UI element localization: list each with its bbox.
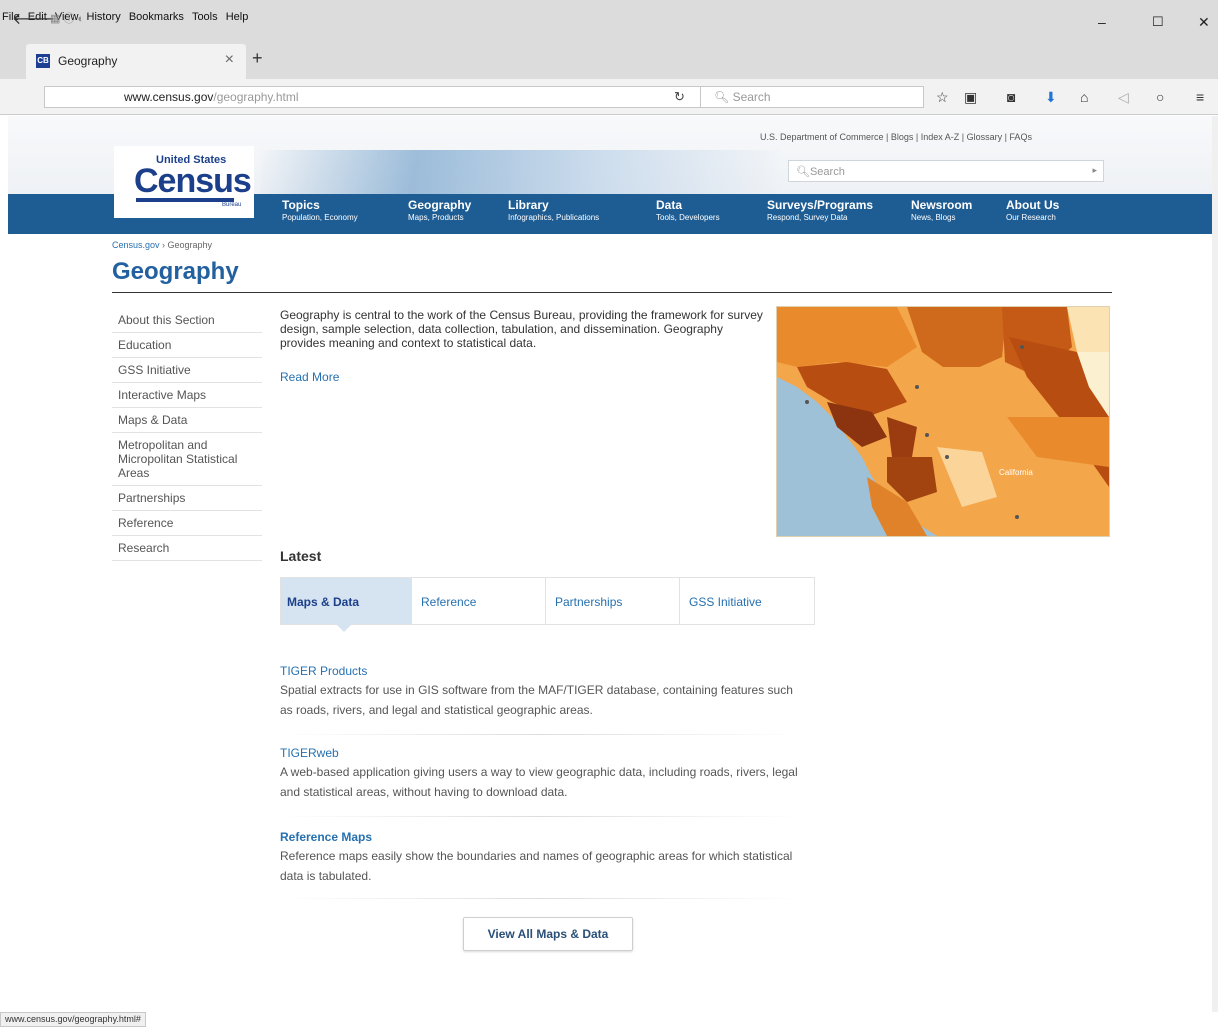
item-description: Spatial extracts for use in GIS software…: [280, 683, 793, 717]
logo-bureau: Bureau: [222, 202, 242, 208]
download-icon[interactable]: ⬇: [1045, 89, 1057, 106]
left-nav: About this Section Education GSS Initiat…: [112, 308, 262, 561]
back-arrow-icon[interactable]: 🡐: [12, 8, 55, 29]
latest-heading: Latest: [280, 548, 322, 564]
logo-census: Census: [134, 162, 252, 200]
close-window-icon[interactable]: ✕: [1198, 14, 1210, 31]
map-label-california: California: [999, 468, 1033, 477]
left-nav-interactive-maps[interactable]: Interactive Maps: [112, 383, 262, 408]
tab-reference[interactable]: Reference: [415, 578, 545, 624]
left-nav-reference[interactable]: Reference: [112, 511, 262, 536]
list-item: Reference Maps Reference maps easily sho…: [280, 830, 800, 886]
share-icon[interactable]: ◁: [1118, 89, 1129, 106]
tab-partnerships[interactable]: Partnerships: [549, 578, 679, 624]
read-more-link[interactable]: Read More: [280, 370, 339, 384]
home-icon[interactable]: ⌂: [1080, 89, 1088, 105]
header-swoosh: [260, 150, 780, 194]
view-all-maps-data-button[interactable]: View All Maps & Data: [463, 917, 633, 951]
left-nav-education[interactable]: Education: [112, 333, 262, 358]
tab-divider: [545, 578, 546, 624]
browser-search-placeholder: 🔍︎ Search: [714, 90, 771, 104]
list-item: TIGERweb A web-based application giving …: [280, 746, 800, 802]
census-logo[interactable]: United States Census Bureau: [114, 146, 254, 218]
tab-geography[interactable]: CB Geography ×: [26, 44, 246, 79]
nav-geography[interactable]: Geography Maps, Products: [408, 198, 471, 222]
menu-tools[interactable]: Tools: [192, 11, 218, 23]
sync-icon[interactable]: ○: [1156, 89, 1164, 105]
vertical-scrollbar[interactable]: [1212, 116, 1218, 1012]
bookmarks-menu-icon[interactable]: ▣: [964, 89, 977, 106]
breadcrumb-home-link[interactable]: Census.gov: [112, 240, 160, 250]
tab-gss-initiative[interactable]: GSS Initiative: [683, 578, 813, 624]
nav-data[interactable]: Data Tools, Developers: [656, 198, 720, 222]
menu-bar: File Edit View History Bookmarks Tools H…: [0, 0, 1218, 36]
left-nav-gss-initiative[interactable]: GSS Initiative: [112, 358, 262, 383]
page-title: Geography: [112, 258, 239, 285]
tab-divider: [679, 578, 680, 624]
logo-bar: [136, 198, 234, 202]
utility-links[interactable]: U.S. Department of Commerce | Blogs | In…: [760, 132, 1032, 142]
search-go-icon[interactable]: ▸: [1092, 165, 1097, 176]
new-tab-icon[interactable]: +: [252, 48, 263, 69]
nav-about-us[interactable]: About Us Our Research: [1006, 198, 1059, 222]
maximize-icon[interactable]: ☐: [1152, 14, 1164, 30]
url-text: www.census.gov/geography.html: [124, 90, 299, 104]
tab-divider: [411, 578, 412, 624]
california-map-image[interactable]: California: [776, 306, 1110, 537]
list-item: TIGER Products Spatial extracts for use …: [280, 664, 800, 720]
site-search-placeholder: 🔍︎Search: [796, 166, 845, 178]
nav-newsroom[interactable]: Newsroom News, Blogs: [911, 198, 972, 222]
tigerweb-link[interactable]: TIGERweb: [280, 746, 800, 760]
hamburger-menu-icon[interactable]: ≡: [1196, 89, 1204, 105]
tab-maps-data[interactable]: Maps & Data: [281, 578, 411, 624]
tab-title: Geography: [58, 54, 118, 68]
pocket-icon[interactable]: ◙: [1007, 89, 1015, 105]
item-description: A web-based application giving users a w…: [280, 765, 798, 799]
minimize-icon[interactable]: –: [1098, 14, 1106, 30]
left-nav-research[interactable]: Research: [112, 536, 262, 561]
intro-text: Geography is central to the work of the …: [280, 308, 763, 350]
title-divider: [112, 292, 1112, 293]
nav-topics[interactable]: Topics Population, Economy: [282, 198, 358, 222]
menu-help[interactable]: Help: [226, 11, 249, 23]
tiger-products-link[interactable]: TIGER Products: [280, 664, 800, 678]
item-description: Reference maps easily show the boundarie…: [280, 849, 793, 883]
bookmark-star-icon[interactable]: ☆: [936, 89, 949, 106]
breadcrumb-current: Geography: [167, 240, 213, 250]
active-tab-arrow: [336, 624, 352, 632]
site-info-icon[interactable]: ▦ ⓘ ◐: [50, 10, 84, 26]
reload-icon[interactable]: ↻: [674, 89, 685, 105]
item-divider: [280, 816, 800, 817]
menu-bookmarks[interactable]: Bookmarks: [129, 11, 184, 23]
status-bar-url: www.census.gov/geography.html#: [0, 1012, 146, 1027]
item-divider: [280, 734, 800, 735]
left-nav-metro-micro-areas[interactable]: Metropolitan and Micropolitan Statistica…: [112, 433, 262, 486]
nav-library[interactable]: Library Infographics, Publications: [508, 198, 599, 222]
breadcrumb: Census.gov › Geography: [112, 240, 213, 250]
reference-maps-link[interactable]: Reference Maps: [280, 830, 800, 844]
latest-tabs: Maps & Data Reference Partnerships GSS I…: [280, 577, 815, 625]
menu-history[interactable]: History: [87, 11, 121, 23]
left-nav-about-this-section[interactable]: About this Section: [112, 308, 262, 333]
left-nav-maps-data[interactable]: Maps & Data: [112, 408, 262, 433]
census-favicon-icon: CB: [36, 54, 50, 68]
close-tab-icon[interactable]: ×: [225, 51, 234, 69]
left-nav-partnerships[interactable]: Partnerships: [112, 486, 262, 511]
item-divider: [280, 898, 800, 899]
nav-surveys-programs[interactable]: Surveys/Programs Respond, Survey Data: [767, 198, 873, 222]
